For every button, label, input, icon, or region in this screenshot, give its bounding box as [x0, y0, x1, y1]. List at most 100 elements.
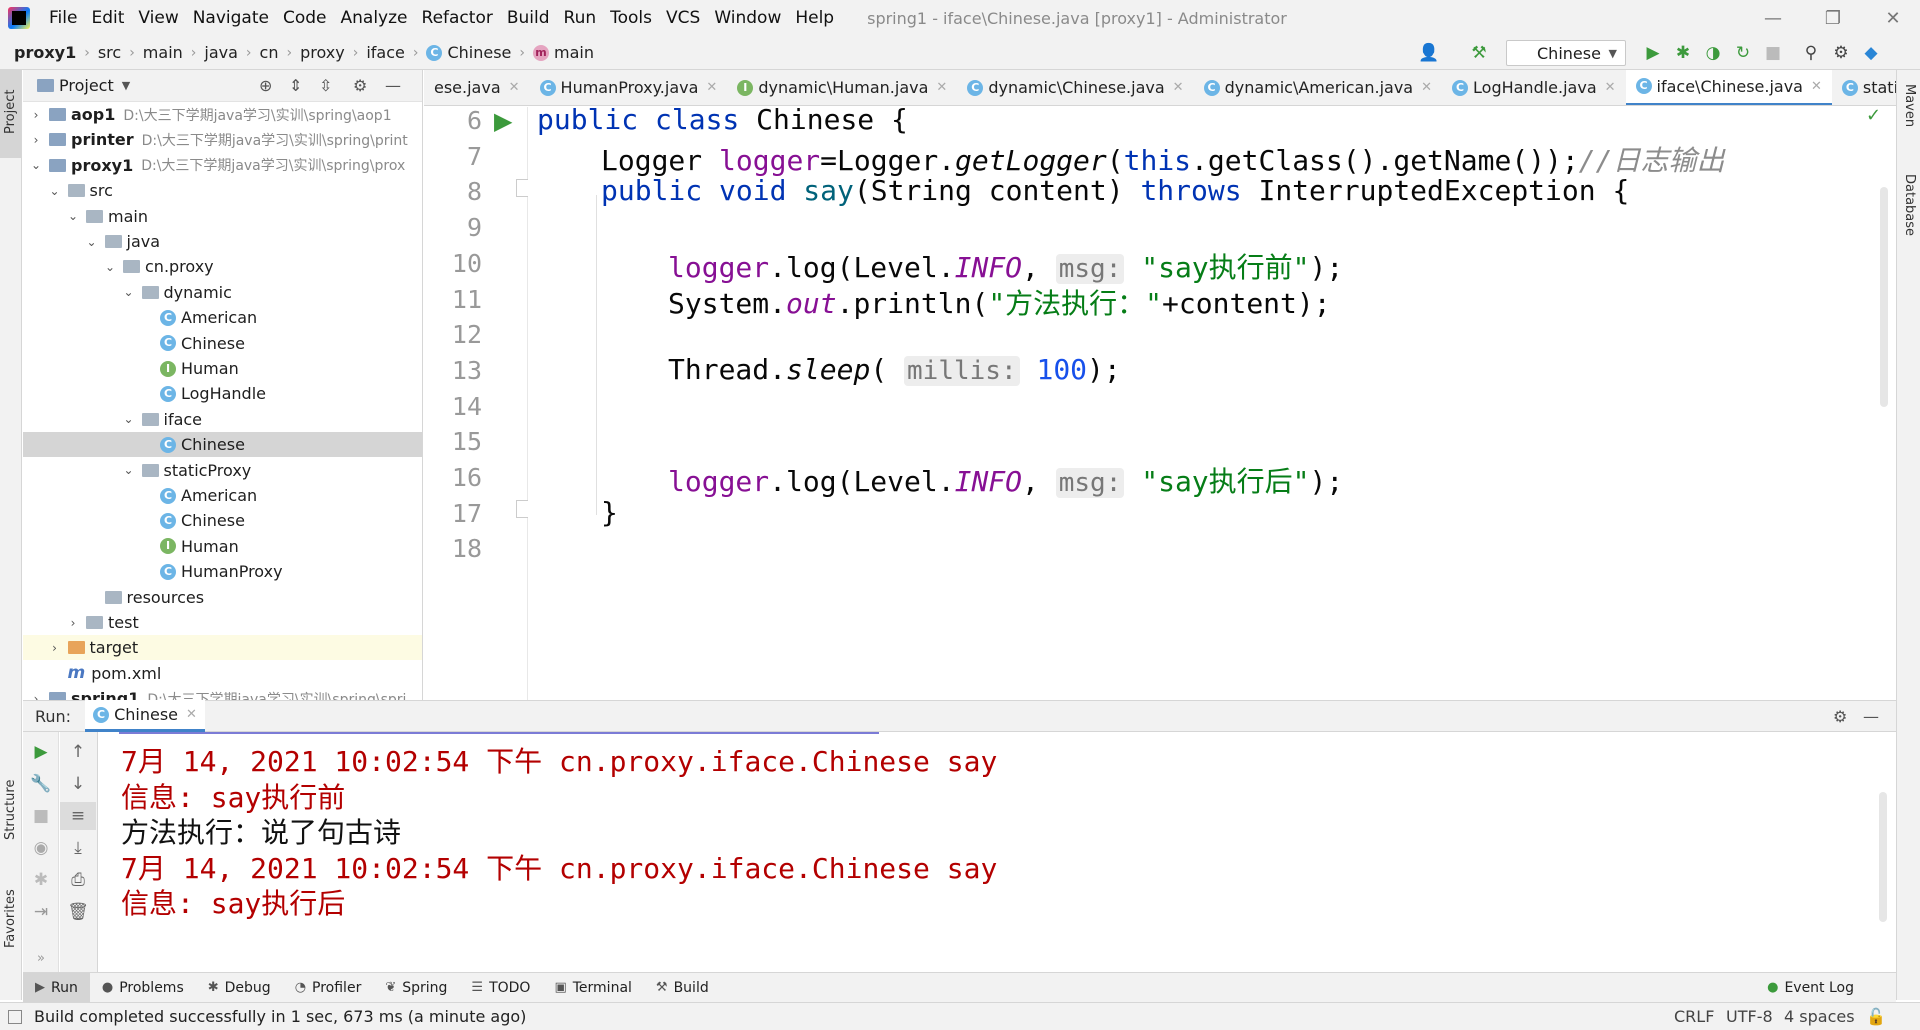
camera-icon[interactable]: ◉ — [23, 834, 59, 862]
tree-item[interactable]: ⌄ iface — [23, 407, 422, 432]
menu-refactor[interactable]: Refactor — [415, 8, 500, 28]
run-configuration-select[interactable]: Chinese ▼ — [1506, 40, 1626, 66]
chevron-right-icon[interactable]: › — [48, 641, 62, 655]
chevron-down-icon[interactable]: ⌄ — [122, 463, 136, 477]
menu-file[interactable]: File — [42, 8, 84, 28]
lock-icon[interactable]: 🔓 — [1866, 1007, 1886, 1026]
chevron-down-icon[interactable]: ▼ — [122, 79, 130, 92]
expand-all-icon[interactable]: ⇕ — [289, 76, 302, 95]
tree-item[interactable]: C American — [23, 305, 422, 330]
tool-debug[interactable]: ✱ Debug — [196, 973, 283, 1003]
editor-tab[interactable]: CstaticProxy\A✕ — [1832, 70, 1896, 105]
menu-navigate[interactable]: Navigate — [186, 8, 276, 28]
exit-icon[interactable]: ⇥ — [23, 898, 59, 926]
chevron-down-icon[interactable]: ⌄ — [122, 285, 136, 299]
collapse-all-icon[interactable]: ⇳ — [319, 76, 332, 95]
breadcrumb-item[interactable]: src — [98, 43, 121, 62]
tool-todo[interactable]: ☰ TODO — [459, 973, 542, 1003]
editor-scrollbar[interactable] — [1880, 187, 1888, 407]
breadcrumb-class[interactable]: C Chinese — [426, 43, 511, 62]
tree-item[interactable]: I Human — [23, 534, 422, 559]
arrow-up-icon[interactable]: ↑ — [60, 738, 96, 766]
menu-vcs[interactable]: VCS — [659, 8, 707, 28]
close-icon[interactable]: ✕ — [1605, 80, 1616, 95]
rerun-icon[interactable]: ▶ — [23, 738, 59, 766]
tree-item[interactable]: ⌄ dynamic — [23, 280, 422, 305]
tree-item[interactable]: › test — [23, 610, 422, 635]
locate-icon[interactable]: ⊕ — [259, 76, 272, 95]
tree-item[interactable]: C Chinese — [23, 508, 422, 533]
tree-item[interactable]: ⌄ staticProxy — [23, 458, 422, 483]
menu-tools[interactable]: Tools — [603, 8, 659, 28]
menu-build[interactable]: Build — [500, 8, 557, 28]
project-view-selector[interactable]: Project — [59, 76, 114, 95]
toggle-tool-windows-icon[interactable] — [8, 1009, 22, 1024]
editor-tab[interactable]: ese.java ✕ — [424, 70, 530, 105]
tree-item[interactable]: ⌄ src — [23, 178, 422, 203]
tree-item[interactable]: ⌄ java — [23, 229, 422, 254]
chevron-down-icon[interactable]: ⌄ — [29, 158, 43, 172]
menu-edit[interactable]: Edit — [84, 8, 131, 28]
debug-icon[interactable]: ✱ — [23, 866, 59, 894]
tree-item[interactable]: ⌄ cn.proxy — [23, 254, 422, 279]
run-tab-chinese[interactable]: C Chinese ✕ — [85, 700, 205, 732]
settings-gear-icon[interactable]: ⚙ — [1830, 42, 1852, 64]
database-tool-label[interactable]: Database — [1902, 174, 1917, 236]
debug-icon[interactable]: ✱ — [1672, 42, 1694, 64]
minimize-icon[interactable]: — — [1750, 0, 1796, 36]
code-editor[interactable]: public class Chinese { Logger logger=Log… — [528, 107, 1896, 700]
line-separator[interactable]: CRLF — [1674, 1007, 1714, 1026]
tree-item[interactable]: I Human — [23, 356, 422, 381]
menu-analyze[interactable]: Analyze — [334, 8, 415, 28]
hide-icon[interactable]: — — [1863, 707, 1879, 726]
maven-tool-label[interactable]: Maven — [1902, 84, 1917, 127]
chevron-down-icon[interactable]: ⌄ — [103, 260, 117, 274]
hide-icon[interactable]: — — [385, 76, 401, 95]
chevron-down-icon[interactable]: ⌄ — [66, 209, 80, 223]
restore-icon[interactable]: ❐ — [1810, 0, 1856, 36]
print-icon[interactable]: ⎙ — [60, 866, 96, 894]
indent-setting[interactable]: 4 spaces — [1784, 1007, 1855, 1026]
tool-run[interactable]: ▶ Run — [23, 972, 90, 1003]
editor-tab[interactable]: Cdynamic\Chinese.java ✕ — [957, 70, 1193, 105]
scroll-to-end-icon[interactable]: ⤓ — [60, 834, 96, 862]
tree-item[interactable]: › aop1 D:\大三下学期java学习\实训\spring\aop1 — [23, 102, 422, 127]
menu-code[interactable]: Code — [276, 8, 334, 28]
menu-run[interactable]: Run — [557, 8, 604, 28]
run-gutter-icon[interactable]: ▶ — [494, 107, 512, 135]
gear-icon[interactable]: ⚙ — [353, 76, 367, 95]
editor-tab[interactable]: Cdynamic\American.java ✕ — [1194, 70, 1442, 105]
file-encoding[interactable]: UTF-8 — [1726, 1007, 1773, 1026]
tree-item[interactable]: C Chinese — [23, 331, 422, 356]
tree-item[interactable]: › target — [23, 635, 422, 661]
tree-item[interactable]: m pom.xml — [23, 661, 422, 686]
search-icon[interactable]: ⚲ — [1800, 42, 1822, 64]
editor-tab[interactable]: C LogHandle.java ✕ — [1442, 70, 1626, 105]
tree-item[interactable]: C Chinese — [23, 432, 422, 458]
tree-item[interactable]: ⌄ proxy1 D:\大三下学期java学习\实训\spring\prox — [23, 153, 422, 178]
user-icon[interactable]: 👤 — [1418, 42, 1440, 64]
chevron-down-icon[interactable]: ⌄ — [48, 184, 62, 198]
gear-icon[interactable]: ⚙ — [1833, 707, 1847, 726]
tool-profiler[interactable]: ◔ Profiler — [283, 973, 374, 1003]
menu-help[interactable]: Help — [788, 8, 841, 28]
tool-spring[interactable]: ❦ Spring — [373, 973, 459, 1003]
breadcrumb-item[interactable]: main — [143, 43, 183, 62]
more-icon[interactable]: » — [23, 944, 59, 972]
close-icon[interactable]: ✕ — [936, 80, 947, 95]
close-icon[interactable]: ✕ — [509, 80, 520, 95]
close-icon[interactable]: ✕ — [1870, 0, 1916, 36]
editor-tab[interactable]: Idynamic\Human.java ✕ — [727, 70, 957, 105]
menu-window[interactable]: Window — [707, 8, 788, 28]
tree-item[interactable]: › printer D:\大三下学期java学习\实训\spring\print — [23, 127, 422, 152]
coverage-icon[interactable]: ◑ — [1702, 42, 1724, 64]
tree-item[interactable]: ⌄ main — [23, 204, 422, 229]
soft-wrap-icon[interactable]: ≡ — [60, 802, 96, 830]
tool-event-log[interactable]: ● Event Log — [1755, 973, 1866, 1003]
tree-item[interactable]: C HumanProxy — [23, 559, 422, 584]
chevron-right-icon[interactable]: › — [66, 616, 80, 630]
chevron-right-icon[interactable]: › — [29, 133, 43, 147]
wrench-icon[interactable]: 🔧 — [23, 770, 59, 798]
breadcrumb-method[interactable]: m main — [532, 43, 594, 62]
structure-tool-label[interactable]: Structure — [3, 780, 18, 840]
